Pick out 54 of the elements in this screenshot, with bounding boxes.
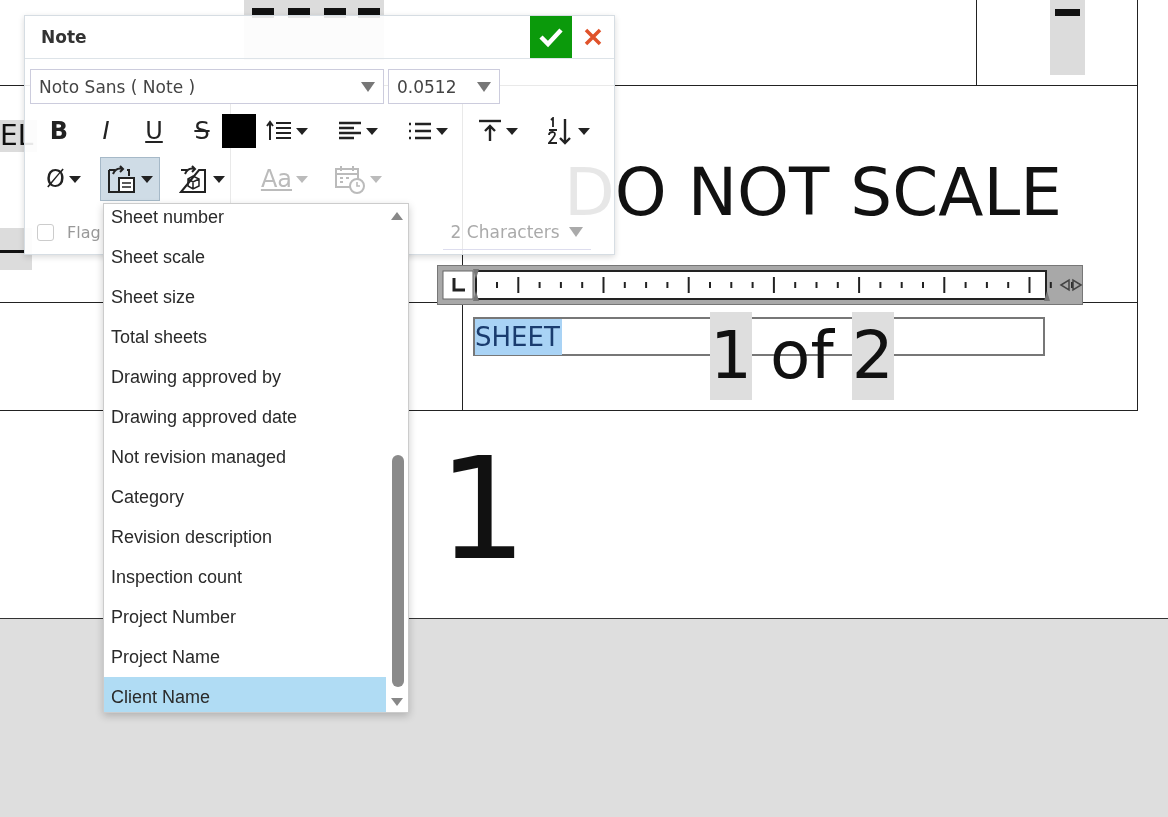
dash-marks-icon — [1055, 9, 1080, 16]
check-icon — [538, 26, 564, 48]
insert-document-icon — [106, 164, 137, 194]
menu-item[interactable]: Total sheets — [104, 317, 386, 357]
scroll-up-icon — [390, 211, 404, 221]
accept-button[interactable] — [530, 16, 572, 58]
dash-marks-icon — [0, 250, 24, 253]
menu-item[interactable]: Client Name — [104, 677, 386, 712]
menu-item[interactable]: Sheet size — [104, 277, 386, 317]
size-select[interactable]: 0.0512 — [388, 69, 500, 104]
close-icon — [584, 28, 602, 46]
menu-item[interactable]: Not revision managed — [104, 437, 386, 477]
dialog-title: Note — [41, 27, 88, 47]
menu-item[interactable]: Category — [104, 477, 386, 517]
menu-item[interactable]: Project Name — [104, 637, 386, 677]
checkbox-label: Flag — [67, 223, 101, 242]
underline-button[interactable]: U — [134, 111, 174, 151]
align-top-icon — [478, 119, 502, 143]
italic-button[interactable]: I — [86, 111, 126, 151]
fraction-sort-icon — [548, 117, 574, 145]
menu-item[interactable]: Sheet number — [104, 204, 386, 237]
scroll-down-icon — [390, 697, 404, 707]
caret-icon — [140, 175, 153, 183]
align-left-icon — [338, 121, 362, 141]
menu-item[interactable]: Sheet scale — [104, 237, 386, 277]
menu-item[interactable]: Project Number — [104, 597, 386, 637]
sheet-count-text: 1 — [710, 312, 752, 400]
checkbox[interactable] — [37, 224, 54, 241]
strike-button[interactable]: S — [182, 111, 222, 151]
line-spacing-icon — [266, 119, 292, 143]
caret-icon — [366, 127, 378, 135]
caret-icon — [370, 175, 382, 183]
insert-part-icon — [178, 164, 209, 194]
caret-icon — [436, 127, 448, 135]
caret-icon — [506, 127, 518, 135]
symbol-button[interactable]: Ø — [39, 157, 88, 201]
bullet-list-icon — [408, 121, 432, 141]
field-button[interactable] — [99, 157, 160, 201]
caret-icon — [68, 175, 81, 183]
caret-icon — [212, 175, 225, 183]
menu-item[interactable]: Drawing approved date — [104, 397, 386, 437]
drawing-text: 1 — [438, 440, 528, 580]
caret-icon — [296, 127, 308, 135]
menu-item[interactable]: Inspection count — [104, 557, 386, 597]
scrollbar-thumb[interactable] — [392, 455, 404, 687]
menu-item[interactable]: Drawing approved by — [104, 357, 386, 397]
caret-icon — [296, 175, 308, 183]
bold-button[interactable]: B — [39, 111, 79, 151]
sheet-count-text: 2 — [851, 312, 894, 400]
menu-item[interactable]: Revision description — [104, 517, 386, 557]
caret-icon — [578, 127, 590, 135]
edit-text: SHEET — [475, 319, 562, 355]
font-select[interactable]: Noto Sans ( Note ) — [30, 69, 384, 104]
calendar-clock-icon — [334, 164, 366, 194]
